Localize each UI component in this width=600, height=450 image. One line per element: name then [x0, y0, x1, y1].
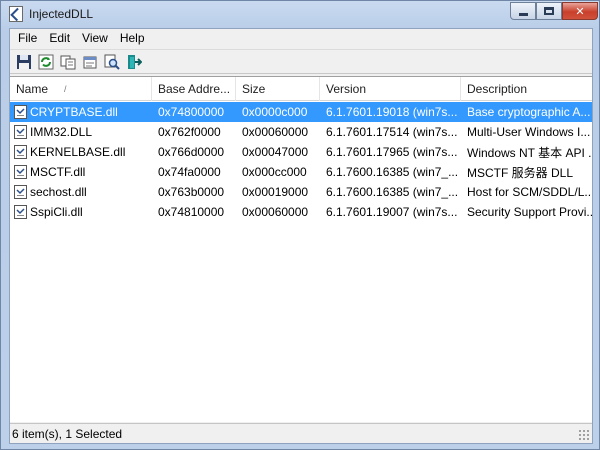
table-row[interactable]: KERNELBASE.dll 0x766d0000 0x00047000 6.1.76…	[10, 142, 592, 162]
cell-version: 6.1.7601.17965 (win7s...	[326, 145, 458, 159]
table-row[interactable]: sechost.dll 0x763b0000 0x00019000 6.1.7600.…	[10, 182, 592, 202]
minimize-icon	[518, 12, 528, 16]
column-header-description[interactable]: Description	[461, 77, 592, 101]
save-icon	[17, 54, 31, 69]
cell-name: CRYPTBASE.dll	[10, 105, 152, 119]
table-row[interactable]: CRYPTBASE.dll 0x74800000 0x0000c000 6.1.760…	[10, 102, 592, 122]
cell-base-address: 0x74fa0000	[158, 165, 221, 179]
cell-description: Security Support Provi...	[467, 205, 592, 219]
dll-file-icon	[14, 205, 27, 219]
properties-button[interactable]	[79, 52, 101, 72]
column-header-version[interactable]: Version	[320, 77, 461, 101]
table-row[interactable]: SspiCli.dll 0x74810000 0x00060000 6.1.7601.…	[10, 202, 592, 222]
copy-icon	[60, 55, 76, 69]
dll-file-icon	[14, 165, 27, 179]
cell-size: 0x00060000	[242, 205, 309, 219]
column-header-name[interactable]: Name /	[10, 77, 152, 101]
find-icon	[104, 54, 120, 70]
cell-name: SspiCli.dll	[10, 205, 152, 219]
menu-help[interactable]: Help	[114, 29, 151, 48]
column-header-size[interactable]: Size	[236, 77, 320, 101]
close-icon: ✕	[575, 5, 585, 18]
exit-icon	[128, 54, 142, 69]
dll-file-icon	[14, 185, 27, 199]
copy-button[interactable]	[57, 52, 79, 72]
menu-bar: File Edit View Help	[10, 29, 592, 48]
dll-file-icon	[14, 125, 27, 139]
status-bar: 6 item(s), 1 Selected	[10, 423, 592, 443]
status-text: 6 item(s), 1 Selected	[12, 426, 123, 441]
cell-description: Host for SCM/SDDL/L...	[467, 185, 592, 199]
properties-icon	[83, 56, 97, 68]
table-row[interactable]: IMM32.DLL 0x762f0000 0x00060000 6.1.7601.17…	[10, 122, 592, 142]
cell-version: 6.1.7600.16385 (win7_...	[326, 185, 459, 199]
title-bar[interactable]: InjectedDLL ✕	[1, 1, 599, 27]
cell-base-address: 0x74810000	[158, 205, 225, 219]
app-icon	[9, 6, 23, 22]
list-header: Name / Base Addre... Size Version Descri…	[10, 77, 592, 101]
cell-size: 0x00019000	[242, 185, 309, 199]
cell-name: sechost.dll	[10, 185, 152, 199]
cell-description: Base cryptographic A...	[467, 105, 591, 119]
maximize-button[interactable]	[536, 2, 562, 20]
dll-list[interactable]: Name / Base Addre... Size Version Descri…	[10, 76, 592, 422]
dll-file-icon	[14, 145, 27, 159]
cell-size: 0x0000c000	[242, 105, 308, 119]
app-window: InjectedDLL ✕ File Edit View Help Name /…	[0, 0, 600, 450]
client-area: File Edit View Help Name / Base Addre...…	[9, 28, 593, 444]
cell-base-address: 0x766d0000	[158, 145, 225, 159]
cell-size: 0x00047000	[242, 145, 309, 159]
list-rows: CRYPTBASE.dll 0x74800000 0x0000c000 6.1.760…	[10, 102, 592, 222]
cell-base-address: 0x763b0000	[158, 185, 225, 199]
save-button[interactable]	[13, 52, 35, 72]
cell-version: 6.1.7601.17514 (win7s...	[326, 125, 458, 139]
refresh-icon	[38, 54, 54, 69]
cell-size: 0x00060000	[242, 125, 309, 139]
maximize-icon	[544, 7, 554, 15]
cell-version: 6.1.7601.19018 (win7s...	[326, 105, 458, 119]
close-button[interactable]: ✕	[562, 2, 598, 20]
refresh-button[interactable]	[35, 52, 57, 72]
size-grip-icon[interactable]	[578, 429, 590, 441]
cell-description: Multi-User Windows I...	[467, 125, 591, 139]
cell-name: IMM32.DLL	[10, 125, 152, 139]
column-header-base-address[interactable]: Base Addre...	[152, 77, 236, 101]
cell-version: 6.1.7601.19007 (win7s...	[326, 205, 458, 219]
minimize-button[interactable]	[510, 2, 536, 20]
exit-button[interactable]	[123, 52, 145, 72]
menu-view[interactable]: View	[76, 29, 114, 48]
toolbar	[10, 49, 592, 74]
cell-base-address: 0x762f0000	[158, 125, 221, 139]
table-row[interactable]: MSCTF.dll 0x74fa0000 0x000cc000 6.1.7600.16…	[10, 162, 592, 182]
window-title: InjectedDLL	[29, 7, 94, 21]
cell-description: MSCTF 服务器 DLL	[467, 165, 574, 180]
dll-file-icon	[14, 105, 27, 119]
sort-indicator-icon: /	[64, 84, 67, 94]
menu-edit[interactable]: Edit	[43, 29, 76, 48]
cell-name: MSCTF.dll	[10, 165, 152, 179]
menu-file[interactable]: File	[12, 29, 43, 48]
cell-version: 6.1.7600.16385 (win7_...	[326, 165, 459, 179]
cell-name: KERNELBASE.dll	[10, 145, 152, 159]
cell-size: 0x000cc000	[242, 165, 307, 179]
find-button[interactable]	[101, 52, 123, 72]
cell-description: Windows NT 基本 API ...	[467, 145, 592, 160]
cell-base-address: 0x74800000	[158, 105, 225, 119]
